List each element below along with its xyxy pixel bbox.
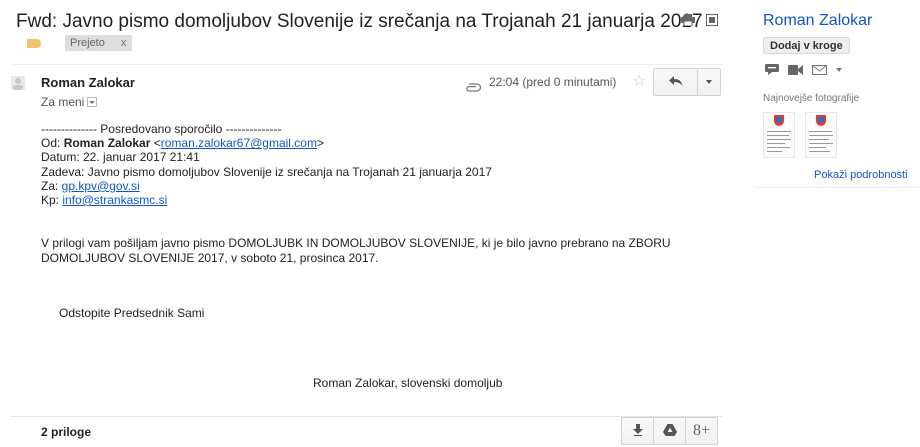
new-window-icon[interactable] [706, 14, 718, 26]
importance-marker-icon[interactable] [27, 38, 41, 48]
chevron-down-icon [706, 80, 712, 84]
message-paragraph: V prilogi vam pošiljam javno pismo DOMOL… [41, 236, 671, 265]
forwarded-cc: Kp: info@strankasmc.si [41, 193, 492, 207]
sender-name[interactable]: Roman Zalokar [41, 75, 135, 90]
reply-button-group [653, 68, 721, 96]
forwarded-subject: Zadeva: Javno pismo domoljubov Slovenije… [41, 164, 492, 179]
forwarded-to: Za: gp.kpv@gov.si [41, 179, 492, 193]
cc-email-link[interactable]: info@strankasmc.si [62, 193, 167, 207]
show-details-link[interactable]: Pokaži podrobnosti [814, 169, 908, 181]
reply-button[interactable] [654, 69, 698, 95]
contact-more-dropdown-icon[interactable] [836, 67, 842, 72]
label-row: Prejeto x [27, 35, 133, 51]
email-subject: Fwd: Javno pismo domoljubov Slovenije iz… [16, 11, 703, 32]
recipients[interactable]: Za meni [41, 95, 98, 109]
photo-thumbnail[interactable] [763, 112, 795, 158]
chat-icon[interactable] [765, 64, 779, 75]
from-open: < [150, 136, 161, 151]
download-icon [632, 423, 643, 439]
attachments-count: 2 priloge [41, 425, 92, 439]
to-email-link[interactable]: gp.kpv@gov.si [62, 179, 140, 193]
avatar [11, 76, 25, 90]
star-icon[interactable]: ☆ [632, 71, 646, 91]
label-chip-inbox[interactable]: Prejeto x [65, 35, 133, 51]
from-name: Roman Zalokar [63, 136, 151, 151]
message-closing: Odstopite Predsednik Sami [59, 306, 205, 320]
drive-icon [662, 423, 677, 439]
recipients-label: Za meni [41, 95, 85, 109]
recent-photos-title: Najnovejše fotografije [763, 93, 860, 104]
cc-prefix: Kp: [41, 193, 63, 208]
from-email-link[interactable]: roman.zalokar67@gmail.com [161, 136, 317, 150]
forwarded-header: -------------- Posredovano sporočilo ---… [41, 122, 492, 207]
from-close: > [316, 136, 324, 151]
forwarded-separator: -------------- Posredovano sporočilo ---… [41, 122, 282, 136]
message-signature: Roman Zalokar, slovenski domoljub [313, 376, 503, 390]
recent-photos [763, 112, 837, 158]
contact-actions [765, 64, 842, 75]
attachment-actions: 8+ [621, 417, 718, 445]
email-icon[interactable] [812, 64, 827, 75]
share-gplus-button[interactable]: 8+ [685, 417, 718, 445]
contact-name[interactable]: Roman Zalokar [763, 12, 872, 30]
subject-actions [681, 14, 718, 26]
video-call-icon[interactable] [788, 64, 803, 75]
paperclip-icon [465, 79, 482, 97]
attachments-divider [10, 416, 722, 417]
sidebar-divider [754, 187, 920, 188]
crest-icon [774, 115, 784, 126]
to-prefix: Za: [41, 178, 62, 193]
photo-thumbnail[interactable] [805, 112, 837, 158]
show-details-dropdown-icon[interactable] [87, 97, 98, 107]
forwarded-date: Datum: 22. januar 2017 21:41 [41, 150, 200, 165]
message-timestamp: 22:04 (pred 0 minutami) [489, 75, 617, 89]
label-chip-text: Prejeto [70, 37, 105, 49]
crest-icon [816, 115, 826, 126]
more-actions-button[interactable] [698, 69, 720, 95]
from-prefix: Od: [41, 136, 64, 151]
add-to-circles-button[interactable]: Dodaj v kroge [763, 37, 850, 54]
divider [10, 64, 722, 65]
forwarded-from: Od: Roman Zalokar <roman.zalokar67@gmail… [41, 136, 492, 150]
download-all-button[interactable] [621, 417, 654, 445]
reply-icon [668, 73, 683, 91]
remove-label-button[interactable]: x [121, 37, 127, 49]
print-icon[interactable] [681, 14, 695, 26]
save-to-drive-button[interactable] [653, 417, 686, 445]
